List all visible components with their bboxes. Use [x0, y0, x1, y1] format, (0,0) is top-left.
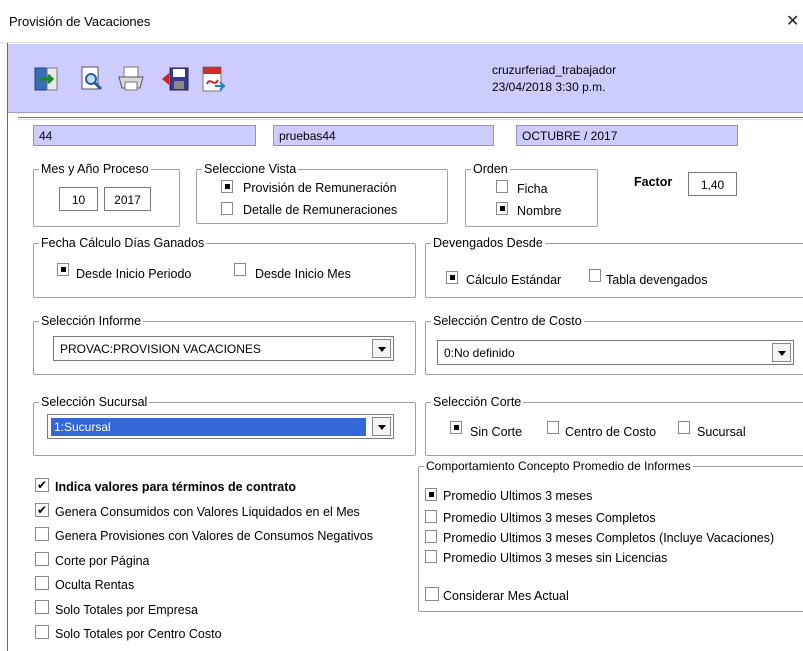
radio-promedio-sin-licencias[interactable]	[425, 550, 437, 563]
datetime: 23/04/2018 3:30 p.m.	[492, 80, 606, 94]
checkbox-genera-provisiones[interactable]	[35, 527, 49, 541]
group-promedio-legend: Comportamiento Concepto Promedio de Info…	[424, 459, 693, 473]
group-fecha-calculo-legend: Fecha Cálculo Días Ganados	[39, 236, 207, 250]
checkbox-genera-consumidos[interactable]	[35, 503, 49, 517]
radio-promedio-incluye-vacaciones-label: Promedio Ultimos 3 meses Completos (Incl…	[443, 531, 775, 545]
print-icon[interactable]	[116, 64, 146, 94]
checkbox-considerar-mes-actual[interactable]	[425, 587, 439, 601]
radio-corte-centro-costo[interactable]	[547, 421, 559, 434]
checkbox-terminos-contrato-label: Indica valores para términos de contrato	[55, 480, 297, 494]
checkbox-totales-centro-costo-label: Solo Totales por Centro Costo	[55, 627, 222, 641]
preview-icon[interactable]	[76, 64, 106, 94]
group-mes-anio-legend: Mes y Año Proceso	[39, 162, 151, 176]
separator-shadow	[18, 119, 803, 120]
save-icon[interactable]	[160, 64, 190, 94]
radio-promedio-sin-licencias-label: Promedio Ultimos 3 meses sin Licencias	[443, 551, 668, 565]
group-informe-legend: Selección Informe	[39, 314, 144, 328]
radio-corte-sucursal[interactable]	[678, 421, 690, 434]
checkbox-totales-empresa[interactable]	[35, 600, 49, 614]
close-icon[interactable]: ✕	[786, 11, 799, 31]
factor-label: Factor	[634, 175, 673, 189]
informe-select[interactable]: PROVAC:PROVISION VACACIONES	[53, 336, 394, 361]
chevron-down-icon[interactable]	[372, 417, 391, 436]
radio-calculo-estandar[interactable]	[446, 271, 458, 284]
radio-orden-ficha-label: Ficha	[517, 182, 548, 196]
toolbar: cruzurferiad_trabajador 23/04/2018 3:30 …	[8, 44, 803, 113]
process-period: OCTUBRE / 2017	[516, 125, 738, 146]
radio-corte-sucursal-label: Sucursal	[697, 425, 746, 439]
group-orden: Orden	[465, 162, 598, 227]
year-input[interactable]: 2017	[104, 187, 151, 211]
group-sucursal-legend: Selección Sucursal	[39, 395, 150, 409]
separator	[18, 117, 803, 118]
user-name: cruzurferiad_trabajador	[492, 63, 617, 77]
factor-input[interactable]: 1,40	[688, 172, 737, 196]
radio-vista-detalle[interactable]	[221, 202, 233, 215]
chevron-down-icon[interactable]	[372, 339, 391, 358]
checkbox-totales-centro-costo[interactable]	[35, 625, 49, 639]
radio-tabla-devengados[interactable]	[589, 269, 601, 282]
checkbox-genera-provisiones-label: Genera Provisiones con Valores de Consum…	[55, 529, 373, 543]
radio-desde-inicio-mes-label: Desde Inicio Mes	[255, 267, 351, 281]
radio-calculo-estandar-label: Cálculo Estándar	[466, 273, 562, 287]
radio-tabla-devengados-label: Tabla devengados	[606, 273, 708, 287]
radio-desde-inicio-mes[interactable]	[234, 263, 246, 276]
checkbox-totales-empresa-label: Solo Totales por Empresa	[55, 603, 198, 617]
radio-orden-ficha[interactable]	[496, 180, 508, 193]
checkbox-corte-pagina-label: Corte por Página	[55, 554, 150, 568]
radio-sin-corte[interactable]	[450, 421, 462, 434]
centro-costo-select[interactable]: 0:No definido	[437, 340, 794, 365]
informe-select-value: PROVAC:PROVISION VACACIONES	[60, 342, 261, 356]
group-orden-legend: Orden	[471, 162, 510, 176]
checkbox-oculta-rentas-label: Oculta Rentas	[55, 578, 135, 592]
group-devengados: Devengados Desde	[425, 236, 803, 298]
window-border	[7, 43, 8, 651]
group-devengados-legend: Devengados Desde	[431, 236, 545, 250]
radio-promedio-incluye-vacaciones[interactable]	[425, 530, 437, 543]
company-name: pruebas44	[273, 125, 494, 146]
radio-vista-detalle-label: Detalle de Remuneraciones	[243, 203, 398, 217]
radio-promedio-3-meses-label: Promedio Ultimos 3 meses	[443, 489, 593, 503]
user-info: cruzurferiad_trabajador 23/04/2018 3:30 …	[492, 62, 616, 96]
checkbox-terminos-contrato[interactable]	[35, 478, 49, 492]
pdf-icon[interactable]	[198, 64, 228, 94]
radio-sin-corte-label: Sin Corte	[470, 425, 523, 439]
radio-desde-inicio-periodo[interactable]	[57, 263, 69, 276]
window-title: Provisión de Vacaciones	[9, 14, 151, 29]
sucursal-select[interactable]: 1:Sucursal	[47, 414, 394, 439]
radio-orden-nombre[interactable]	[496, 202, 508, 215]
title-bar: Provisión de Vacaciones ✕	[0, 0, 803, 43]
checkbox-considerar-mes-actual-label: Considerar Mes Actual	[443, 589, 569, 603]
radio-vista-provision-label: Provisión de Remuneración	[243, 181, 397, 195]
month-input[interactable]: 10	[59, 187, 98, 211]
checkbox-oculta-rentas[interactable]	[35, 576, 49, 590]
sucursal-select-value: 1:Sucursal	[51, 418, 366, 436]
chevron-down-icon[interactable]	[772, 343, 791, 362]
radio-corte-centro-costo-label: Centro de Costo	[565, 425, 657, 439]
radio-promedio-completos[interactable]	[425, 510, 437, 523]
checkbox-corte-pagina[interactable]	[35, 552, 49, 566]
radio-orden-nombre-label: Nombre	[517, 204, 562, 218]
group-vista-legend: Seleccione Vista	[202, 162, 299, 176]
group-centro-costo-legend: Selección Centro de Costo	[431, 314, 584, 328]
company-code: 44	[33, 125, 256, 146]
radio-desde-inicio-periodo-label: Desde Inicio Periodo	[76, 267, 192, 281]
group-corte-legend: Selección Corte	[431, 395, 524, 409]
radio-promedio-3-meses[interactable]	[425, 488, 437, 501]
exit-icon[interactable]	[32, 64, 62, 94]
centro-costo-select-value: 0:No definido	[444, 346, 515, 360]
radio-vista-provision[interactable]	[221, 180, 233, 193]
checkbox-genera-consumidos-label: Genera Consumidos con Valores Liquidados…	[55, 505, 360, 519]
radio-promedio-completos-label: Promedio Ultimos 3 meses Completos	[443, 511, 656, 525]
